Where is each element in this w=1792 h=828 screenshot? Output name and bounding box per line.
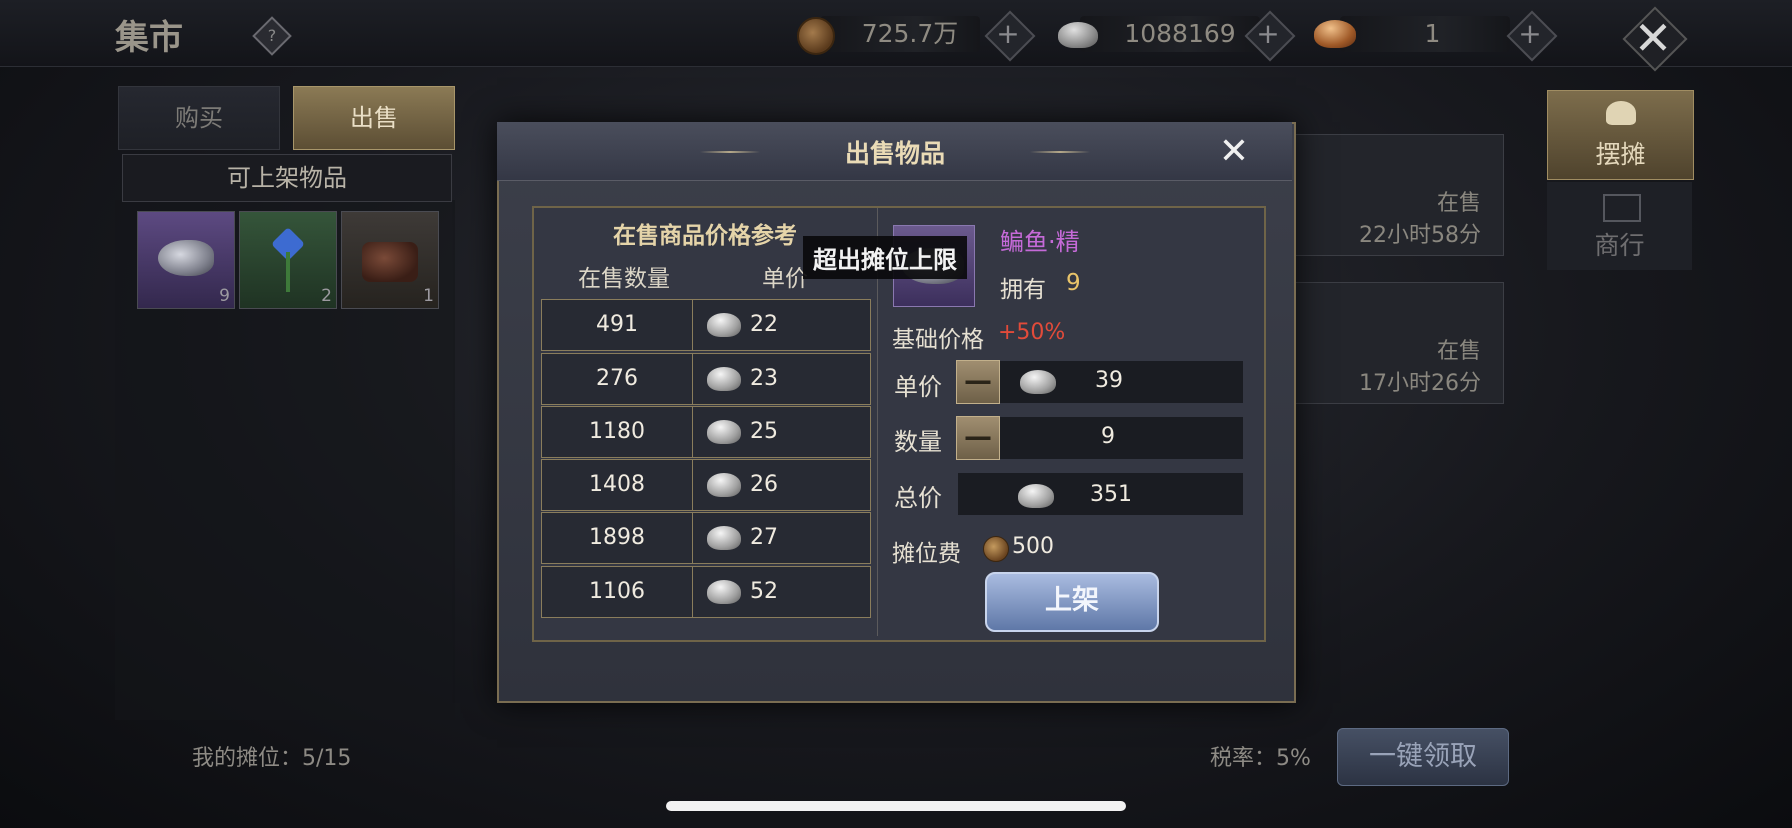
item-slot-meat[interactable]: 1 (341, 211, 439, 309)
row-price: 25 (750, 419, 778, 444)
tab-stall[interactable]: 摆摊 (1547, 90, 1694, 180)
tab-shop-label: 商行 (1594, 231, 1645, 260)
home-indicator[interactable] (666, 801, 1126, 811)
fish-icon (158, 240, 214, 276)
item-name: 鳊鱼·精 (1000, 228, 1080, 256)
tab-sell[interactable]: 出售 (293, 86, 455, 150)
item-slot-herb[interactable]: 2 (239, 211, 337, 309)
gold-amount: 1 (1424, 19, 1441, 48)
silver-ingot-icon (707, 313, 741, 337)
listing-time: 22小时58分 (1359, 223, 1481, 248)
row-price: 52 (750, 579, 778, 604)
gold-ingot-icon (1314, 20, 1356, 48)
unit-price-value: 39 (1095, 368, 1123, 393)
tab-trading-house[interactable]: 商行 (1547, 182, 1692, 270)
silver-ingot-icon (707, 367, 741, 391)
quantity-value: 9 (1101, 424, 1115, 449)
silver-ingot-icon (707, 473, 741, 497)
table-row: 491 22 (541, 299, 871, 351)
tax-rate: 税率：5% (1210, 746, 1311, 771)
row-qty: 1106 (542, 567, 693, 617)
tab-buy[interactable]: 购买 (118, 86, 280, 150)
item-count: 9 (219, 286, 230, 306)
listing-status: 在售 (1436, 339, 1481, 364)
unit-price-minus-button[interactable]: — (956, 360, 1000, 404)
meat-icon (362, 242, 418, 282)
dialog-title: 出售物品 (844, 139, 945, 168)
copper-coin-icon (983, 536, 1009, 562)
tab-stall-label: 摆摊 (1595, 140, 1646, 169)
listing-card-2[interactable]: 在售 17小时26分 (1292, 282, 1504, 404)
row-qty: 1180 (542, 407, 693, 457)
dialog-close-icon[interactable]: ✕ (1212, 132, 1256, 172)
stem-icon (286, 252, 290, 292)
item-count: 2 (321, 286, 332, 306)
table-row: 1408 26 (541, 459, 871, 511)
silver-ingot-icon (707, 580, 741, 604)
total-price-label: 总价 (894, 484, 942, 512)
copper-amount: 725.7万 (861, 19, 959, 48)
base-price-bonus: +50% (998, 320, 1066, 345)
page-title: 集市 (115, 18, 183, 58)
row-qty: 1898 (542, 513, 693, 563)
listing-card-1[interactable]: 在售 22小时58分 (1292, 134, 1504, 256)
copper-coin-icon (797, 17, 835, 55)
silver-ingot-icon (707, 420, 741, 444)
item-slot-fish[interactable]: 9 (137, 211, 235, 309)
col-price-header: 单价 (762, 266, 808, 292)
item-count: 1 (423, 286, 434, 306)
row-price: 26 (750, 472, 778, 497)
row-qty: 276 (542, 354, 693, 404)
stall-fee-label: 摊位费 (892, 541, 961, 567)
stall-icon (1606, 101, 1636, 125)
quantity-label: 数量 (894, 428, 942, 456)
silver-ingot-icon (1018, 484, 1054, 508)
row-qty: 1408 (542, 460, 693, 510)
add-silver-button[interactable]: + (1249, 16, 1287, 54)
silver-ingot-icon (1020, 370, 1056, 394)
row-price: 27 (750, 525, 778, 550)
close-icon[interactable]: ✕ (1625, 10, 1681, 66)
my-stall-count: 我的摊位：5/15 (192, 746, 352, 771)
owned-value: 9 (1066, 270, 1081, 296)
add-gold-button[interactable]: + (1511, 16, 1549, 54)
silver-ingot-icon (707, 526, 741, 550)
unit-price-label: 单价 (894, 373, 942, 401)
stall-fee-value: 500 (1012, 534, 1054, 559)
quantity-minus-button[interactable]: — (956, 416, 1000, 460)
owned-label: 拥有 (1000, 277, 1046, 303)
row-price: 23 (750, 366, 778, 391)
add-copper-button[interactable]: + (989, 16, 1027, 54)
help-button[interactable]: ? (258, 22, 286, 50)
table-row: 276 23 (541, 353, 871, 405)
ornament-right (1030, 151, 1090, 153)
table-row: 1180 25 (541, 406, 871, 458)
row-price: 22 (750, 312, 778, 337)
table-row: 1898 27 (541, 512, 871, 564)
shop-icon (1603, 194, 1641, 222)
silver-ingot-icon (1058, 22, 1098, 48)
ornament-left (700, 151, 760, 153)
claim-all-button[interactable]: 一键领取 (1337, 728, 1509, 786)
silver-amount: 1088169 (1124, 19, 1236, 48)
table-row: 1106 52 (541, 566, 871, 618)
total-price-value: 351 (1090, 482, 1132, 507)
listing-status: 在售 (1436, 191, 1481, 216)
col-qty-header: 在售数量 (578, 266, 670, 292)
base-price-label: 基础价格 (892, 327, 984, 353)
toast-message: 超出摊位上限 (803, 236, 967, 279)
row-qty: 491 (542, 300, 693, 350)
listing-time: 17小时26分 (1359, 371, 1481, 396)
available-items-title: 可上架物品 (122, 154, 452, 202)
list-item-button[interactable]: 上架 (985, 572, 1159, 632)
